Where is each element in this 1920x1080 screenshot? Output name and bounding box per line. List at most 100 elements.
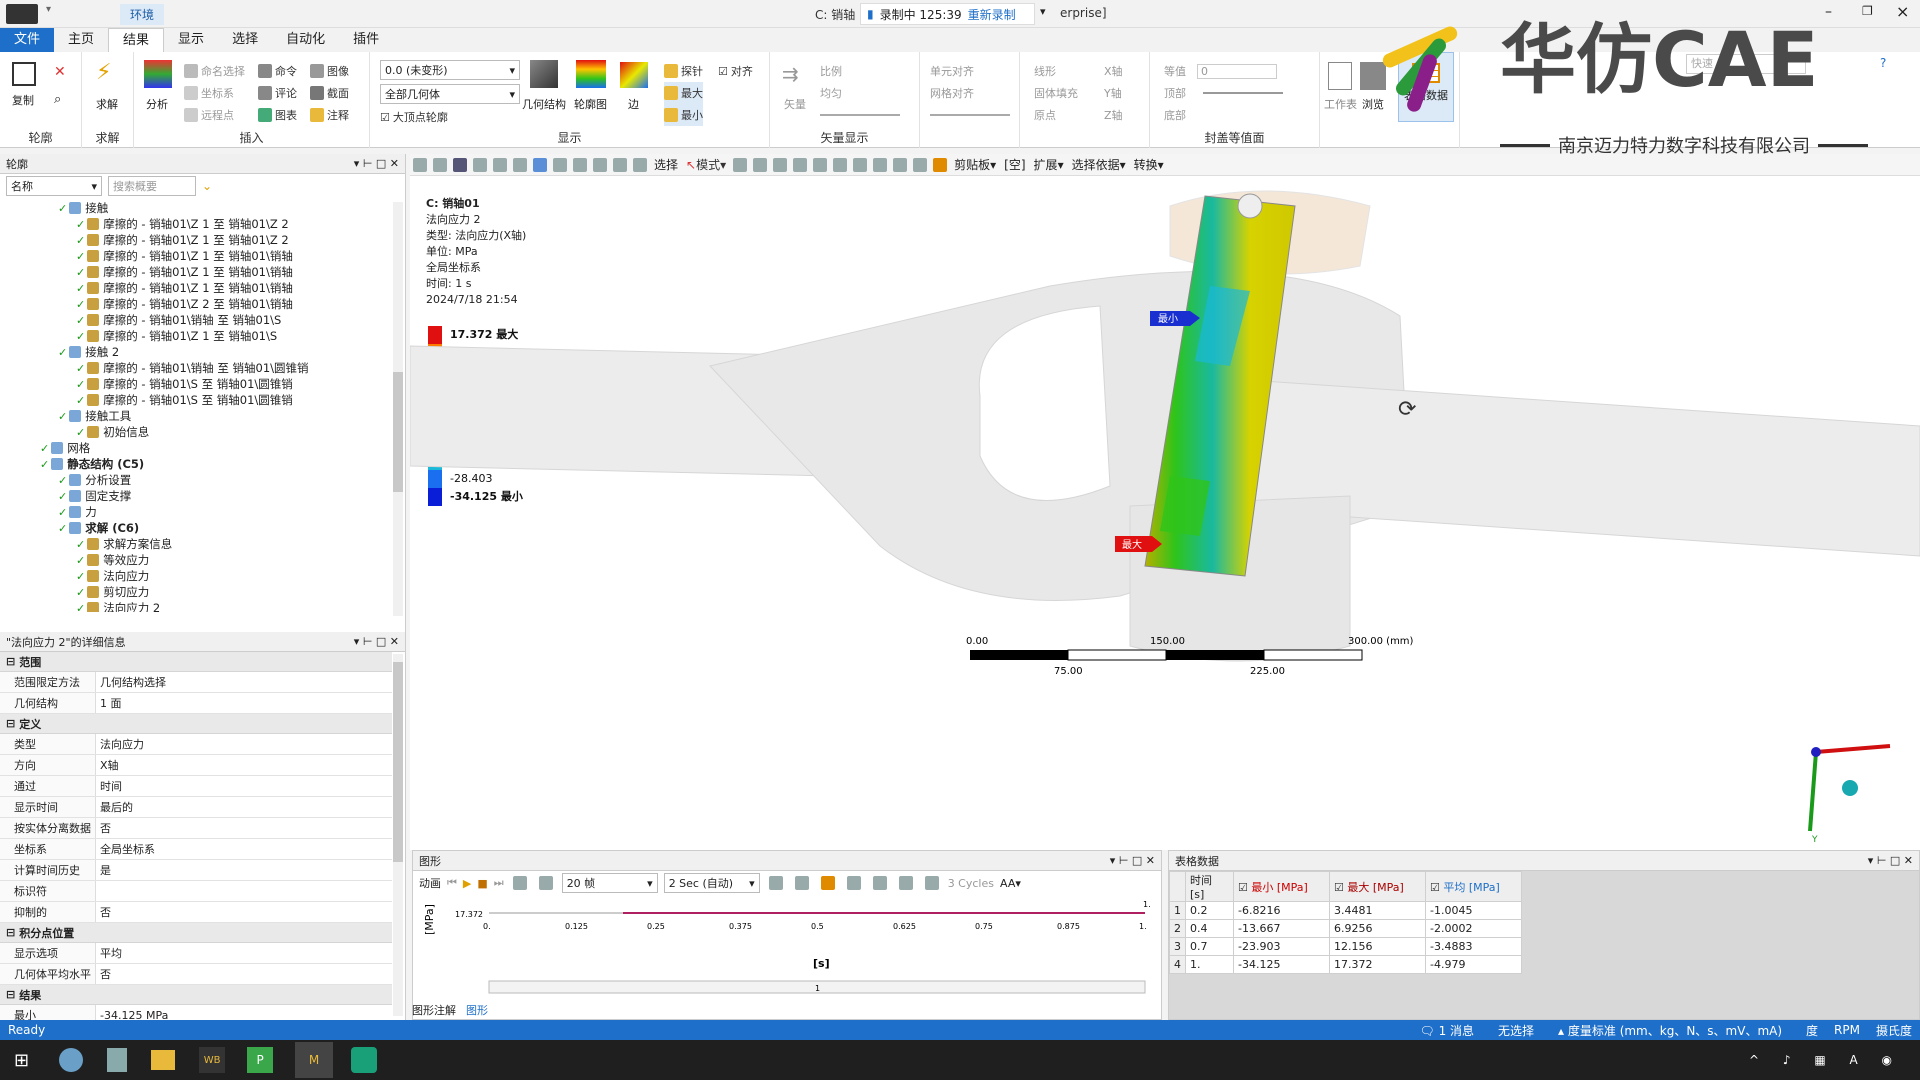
details-section[interactable]: ⊟ 范围 — [0, 652, 392, 672]
details-section[interactable]: ⊟ 结果 — [0, 985, 392, 1005]
workbench-app-icon[interactable]: WB — [199, 1047, 226, 1073]
select-node-icon[interactable] — [813, 157, 828, 172]
magnifier-icon[interactable] — [613, 157, 627, 172]
tabular-cell[interactable]: 17.372 — [1329, 955, 1426, 974]
outline-tree-item[interactable]: ✓ 摩擦的 - 销轴01\Z 2 至 销轴01\销轴 — [4, 296, 405, 312]
details-row[interactable]: 范围限定方法 几何结构选择 — [0, 672, 392, 693]
max-tag[interactable]: 最大 — [1115, 536, 1162, 552]
mode-button[interactable]: ↖模式▾ — [686, 156, 726, 173]
tab-results[interactable]: 结果 — [108, 28, 165, 52]
empty-button[interactable]: [空] — [1004, 156, 1025, 173]
tab-display[interactable]: 显示 — [164, 28, 218, 52]
tabular-row[interactable]: 3 0.7 -23.903 12.156 -3.4883 — [1169, 937, 1522, 956]
select-elem-face-icon[interactable] — [853, 157, 868, 172]
tabular-cell[interactable]: -6.8216 — [1233, 901, 1330, 920]
convert-button[interactable]: 转换▾ — [1134, 156, 1164, 173]
contour-button[interactable]: 轮廓图 — [574, 96, 607, 112]
tabular-row[interactable]: 2 0.4 -13.667 6.9256 -2.0002 — [1169, 919, 1522, 938]
outline-name-filter[interactable]: 名称 ▾ — [6, 176, 102, 196]
frames-select[interactable]: 20 帧 ▾ — [561, 873, 658, 893]
outline-tree-item[interactable]: ✓ 等效应力 — [4, 552, 405, 568]
details-value[interactable]: 平均 — [96, 943, 392, 963]
outline-tree-item[interactable]: ✓ 力 — [4, 504, 405, 520]
outline-tree-item[interactable]: ✓ 摩擦的 - 销轴01\S 至 销轴01\圆锥销 — [4, 376, 405, 392]
chart-button[interactable]: 图表 — [258, 104, 297, 126]
tabular-cell[interactable]: 12.156 — [1329, 937, 1426, 956]
tabular-cell[interactable]: 6.9256 — [1329, 919, 1426, 938]
details-value[interactable]: 时间 — [96, 776, 392, 796]
tabular-cell[interactable]: -2.0002 — [1425, 919, 1522, 938]
details-row[interactable]: 显示选项 平均 — [0, 943, 392, 964]
command-button[interactable]: 命令 — [258, 60, 297, 82]
zoom-fit-icon[interactable] — [593, 157, 607, 172]
tab-graph-annotation[interactable]: 图形注解 — [412, 1002, 456, 1018]
status-messages[interactable]: 🗨 1 消息 — [1420, 1022, 1475, 1039]
status-deg[interactable]: 度 — [1806, 1022, 1818, 1039]
panel-controls[interactable]: ▾ ⊢ □ ✕ — [1110, 854, 1155, 867]
select-edge-icon[interactable] — [753, 157, 768, 172]
grid-icon[interactable] — [820, 876, 835, 890]
outline-scrollbar[interactable] — [393, 202, 403, 616]
max-vertex-contour-check[interactable]: ☑ 大顶点轮廓 — [380, 106, 448, 128]
tabular-cell[interactable]: 0.4 — [1185, 919, 1234, 938]
tab-automation[interactable]: 自动化 — [272, 28, 339, 52]
tabular-cell[interactable]: 3.4481 — [1329, 901, 1426, 920]
status-rpm[interactable]: RPM — [1834, 1023, 1860, 1037]
minimize-icon[interactable]: – — [1825, 4, 1832, 20]
tabular-row[interactable]: 4 1. -34.125 17.372 -4.979 — [1169, 955, 1522, 974]
details-value[interactable]: 1 面 — [96, 693, 392, 713]
details-row[interactable]: 通过 时间 — [0, 776, 392, 797]
outline-tree-item[interactable]: ✓ 摩擦的 - 销轴01\Z 1 至 销轴01\Z 2 — [4, 232, 405, 248]
line-form-button[interactable]: 线形 — [1034, 60, 1078, 82]
worksheet-button[interactable]: 工作表 — [1324, 96, 1357, 112]
vector-length-slider[interactable] — [820, 114, 900, 116]
edges-icon[interactable] — [620, 62, 648, 88]
y-axis-button[interactable]: Y轴 — [1104, 82, 1123, 104]
details-row[interactable]: 类型 法向应力 — [0, 734, 392, 755]
qat-dropdown-icon[interactable]: ▾ — [46, 4, 51, 15]
vector-icon[interactable]: ⇉ — [782, 62, 799, 86]
tab-graph[interactable]: 图形 — [466, 1002, 488, 1018]
tabular-column-header[interactable]: 时间 [s] — [1185, 871, 1234, 902]
select-point-icon[interactable] — [733, 157, 748, 172]
delete-icon[interactable]: ✕ — [54, 64, 66, 80]
details-row[interactable]: 按实体分离数据否 — [0, 818, 392, 839]
tabular-cell[interactable]: -3.4883 — [1425, 937, 1522, 956]
deformation-scale-select[interactable]: 0.0 (未变形) ▾ — [380, 60, 520, 80]
panel-controls[interactable]: ▾ ⊢ □ ✕ — [354, 635, 399, 648]
rerecord-link[interactable]: 重新录制 — [968, 6, 1016, 23]
system-tray[interactable]: ^ ♪ ▦ A ◉ — [1749, 1053, 1902, 1067]
zoom-in-icon[interactable] — [413, 157, 427, 172]
top-button[interactable]: 顶部 — [1164, 82, 1283, 104]
details-value[interactable]: 否 — [96, 902, 392, 922]
uniform-button[interactable]: 均匀 — [820, 82, 900, 104]
zoom-box-icon[interactable] — [573, 157, 587, 172]
app-browser-icon[interactable] — [59, 1048, 84, 1072]
rotate-icon[interactable] — [533, 157, 547, 172]
outline-tree-item[interactable]: ✓ 固定支撑 — [4, 488, 405, 504]
tabular-cell[interactable]: -4.979 — [1425, 955, 1522, 974]
grid-aligned-button[interactable]: 网格对齐 — [930, 82, 1010, 104]
analyze-icon[interactable] — [144, 60, 172, 88]
label-icon[interactable] — [893, 157, 908, 172]
outline-tree-item[interactable]: ✓ 摩擦的 - 销轴01\Z 1 至 销轴01\销轴 — [4, 280, 405, 296]
outline-tree-item[interactable]: ✓ 静态结构 (C5) — [4, 456, 405, 472]
export-video-icon[interactable] — [768, 876, 783, 890]
image-button[interactable]: 图像 — [310, 60, 349, 82]
details-row[interactable]: 显示时间 最后的 — [0, 797, 392, 818]
remote-point-button[interactable]: 远程点 — [184, 104, 245, 126]
details-value[interactable]: 全局坐标系 — [96, 839, 392, 859]
status-units[interactable]: ▴ 度量标准 (mm、kg、N、s、mV、mA) — [1558, 1022, 1782, 1039]
outline-tree-item[interactable]: ✓ 摩擦的 - 销轴01\S 至 销轴01\圆锥销 — [4, 392, 405, 408]
tab-plugins[interactable]: 插件 — [339, 28, 393, 52]
outline-tree-item[interactable]: ✓ 摩擦的 - 销轴01\Z 1 至 销轴01\S — [4, 328, 405, 344]
zoom-out-icon[interactable] — [433, 157, 447, 172]
chart-icon[interactable] — [933, 157, 948, 172]
font-size-icon[interactable]: AA▾ — [1000, 877, 1021, 890]
zoom-range-icon[interactable] — [794, 876, 809, 890]
vector-button[interactable]: 矢量 — [784, 96, 806, 112]
z-axis-button[interactable]: Z轴 — [1104, 104, 1123, 126]
outline-tree-item[interactable]: ✓ 网格 — [4, 440, 405, 456]
details-scrollbar[interactable] — [393, 654, 403, 1016]
tabular-cell[interactable]: 0.7 — [1185, 937, 1234, 956]
